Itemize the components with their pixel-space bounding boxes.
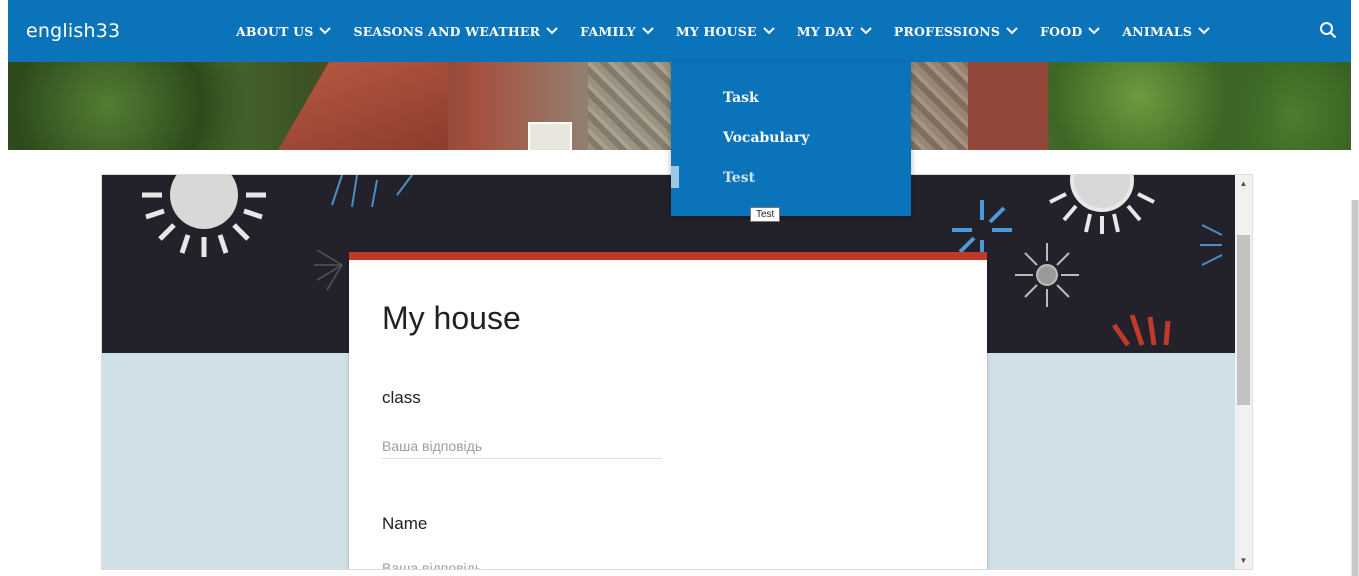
scroll-thumb[interactable] <box>1237 235 1250 405</box>
scroll-down-arrow-icon[interactable]: ▼ <box>1235 552 1252 569</box>
top-navbar: english33 ABOUT US SEASONS AND WEATHER F… <box>8 0 1351 62</box>
form-title: My house <box>382 300 521 336</box>
nav-item-label: FAMILY <box>580 23 636 39</box>
site-logo[interactable]: english33 <box>26 20 120 42</box>
active-item-marker <box>671 166 679 188</box>
nav-item-label: MY HOUSE <box>675 23 757 39</box>
chevron-down-icon <box>319 27 332 35</box>
page-scroll-thumb[interactable] <box>1352 200 1358 576</box>
embedded-form-frame: My house class Name ▲ ▼ <box>101 174 1253 570</box>
nav-item-my-day[interactable]: MY DAY <box>797 24 872 39</box>
chevron-down-icon <box>1006 27 1018 35</box>
nav-item-about-us[interactable]: ABOUT US <box>236 23 332 39</box>
my-house-dropdown: Task Vocabulary Test <box>671 62 911 216</box>
nav-item-seasons-and-weather[interactable]: SEASONS AND WEATHER <box>353 24 558 39</box>
chevron-down-icon <box>546 27 558 35</box>
answer-input-class[interactable] <box>382 434 662 459</box>
nav-item-family[interactable]: FAMILY <box>580 24 654 39</box>
chevron-down-icon <box>762 27 775 35</box>
search-icon[interactable] <box>1319 21 1337 39</box>
scroll-up-arrow-icon[interactable]: ▲ <box>1235 175 1252 192</box>
nav-item-food[interactable]: FOOD <box>1040 23 1101 39</box>
dropdown-item-test[interactable]: Test <box>723 170 755 186</box>
nav-item-label: FOOD <box>1040 23 1083 39</box>
question-label-class: class <box>382 388 421 407</box>
chevron-down-icon <box>1088 27 1101 35</box>
form-card: My house class Name <box>349 252 987 569</box>
chevron-down-icon <box>1198 27 1210 35</box>
dropdown-item-task[interactable]: Task <box>723 90 759 106</box>
nav-item-animals[interactable]: ANIMALS <box>1122 24 1210 39</box>
page-scrollbar[interactable] <box>1351 200 1359 576</box>
nav-item-professions[interactable]: PROFESSIONS <box>894 24 1018 39</box>
chevron-down-icon <box>860 27 872 35</box>
nav-item-label: MY DAY <box>796 23 854 39</box>
chevron-down-icon <box>642 27 654 35</box>
answer-input-name[interactable] <box>382 556 662 569</box>
nav-item-label: ANIMALS <box>1122 23 1193 39</box>
form-scrollbar[interactable]: ▲ ▼ <box>1235 175 1252 569</box>
main-menu: ABOUT US SEASONS AND WEATHER FAMILY MY H… <box>236 0 1232 62</box>
nav-item-label: SEASONS AND WEATHER <box>353 23 541 39</box>
nav-item-label: PROFESSIONS <box>893 23 1001 39</box>
tooltip: Test <box>750 207 781 222</box>
question-label-name: Name <box>382 514 428 533</box>
nav-item-my-house[interactable]: MY HOUSE <box>676 24 775 39</box>
nav-item-label: ABOUT US <box>236 23 314 39</box>
dropdown-item-vocabulary[interactable]: Vocabulary <box>723 130 809 146</box>
